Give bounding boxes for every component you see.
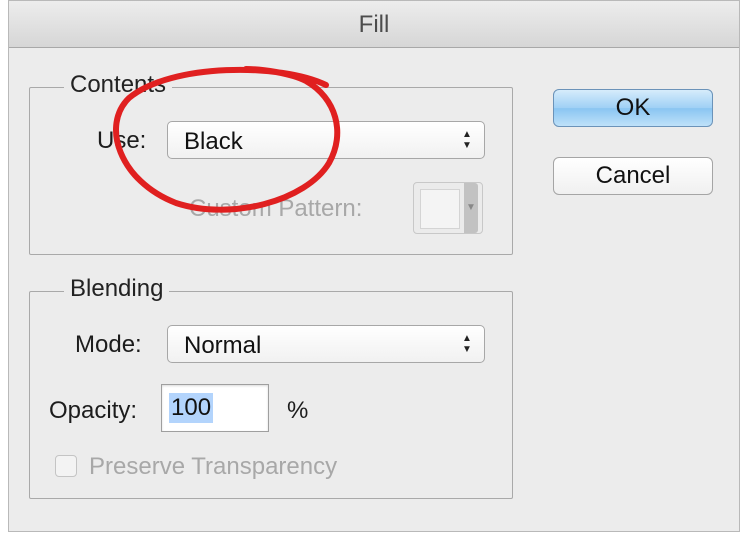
use-select[interactable]: Black ▲ ▼ xyxy=(167,121,485,159)
custom-pattern-label: Custom Pattern: xyxy=(189,195,363,222)
pattern-preview xyxy=(420,189,460,229)
mode-label: Mode: xyxy=(75,331,142,358)
dropdown-arrow-icon: ▼ xyxy=(464,183,478,233)
custom-pattern-picker: ▼ xyxy=(413,182,483,234)
mode-select[interactable]: Normal ▲ ▼ xyxy=(167,325,485,363)
dialog-title: Fill xyxy=(358,11,390,38)
title-bar[interactable]: Fill xyxy=(9,1,739,48)
use-label: Use: xyxy=(97,127,147,154)
mode-select-value: Normal xyxy=(184,332,262,359)
cancel-button[interactable]: Cancel xyxy=(553,157,713,195)
opacity-input[interactable]: 100 xyxy=(161,384,269,432)
blending-legend: Blending xyxy=(64,275,170,303)
stepper-arrows-icon: ▲ ▼ xyxy=(462,333,472,355)
use-select-value: Black xyxy=(184,128,243,155)
fill-dialog: Fill Contents Use: Black ▲ ▼ Custom Patte… xyxy=(8,0,740,532)
opacity-value: 100 xyxy=(169,393,214,423)
preserve-transparency-checkbox[interactable] xyxy=(55,455,77,477)
opacity-label: Opacity: xyxy=(49,397,138,424)
stepper-arrows-icon: ▲ ▼ xyxy=(462,129,472,151)
contents-legend: Contents xyxy=(64,71,173,99)
ok-button[interactable]: OK xyxy=(553,89,713,127)
preserve-transparency-label: Preserve Transparency xyxy=(89,453,338,480)
opacity-unit: % xyxy=(287,397,309,424)
